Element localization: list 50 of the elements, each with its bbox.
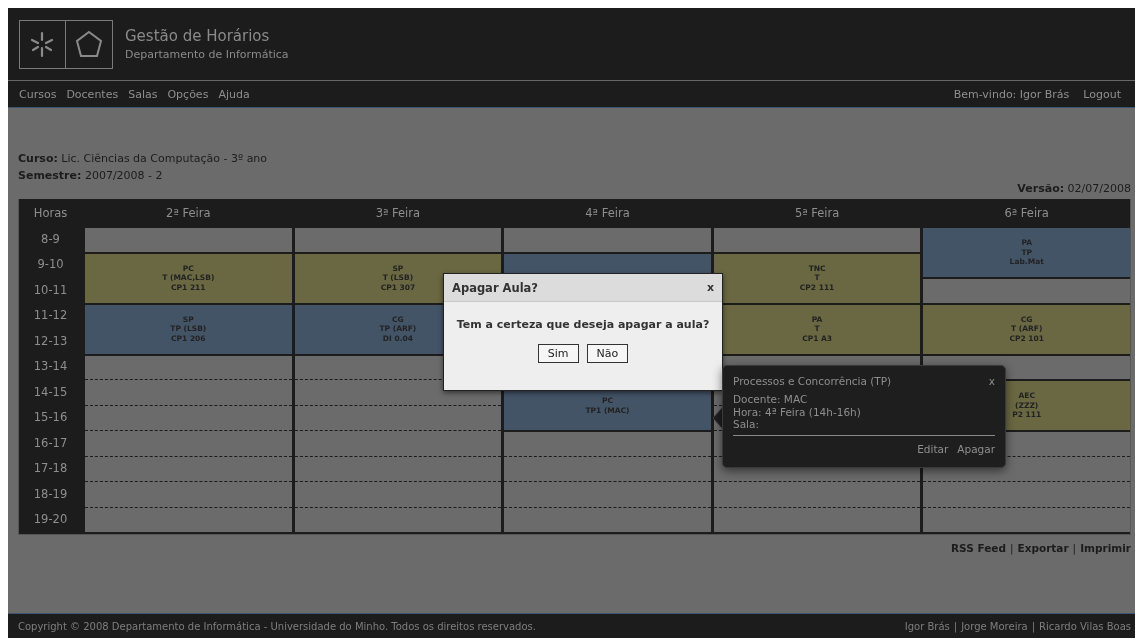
hour-label: 12-13 xyxy=(32,332,69,350)
action-link[interactable]: Imprimir xyxy=(1080,542,1131,554)
column-header: Horas xyxy=(32,204,69,222)
version-text: Versão: 02/07/2008 xyxy=(1017,182,1131,195)
author-link[interactable]: Ricardo Vilas Boas xyxy=(1039,620,1131,632)
hour-label: 14-15 xyxy=(32,383,69,401)
action-link[interactable]: RSS Feed xyxy=(951,542,1006,554)
nav-link[interactable]: Opções xyxy=(167,87,209,101)
semester-text: Semestre: 2007/2008 - 2 xyxy=(18,168,164,184)
action-link[interactable]: Apagar xyxy=(957,442,995,455)
separator: | xyxy=(1072,542,1077,554)
separator: | xyxy=(953,620,958,632)
detail-text: Sala: xyxy=(733,418,760,431)
hour-label: 11-12 xyxy=(32,307,69,325)
column-header: 5ª Feira xyxy=(793,204,841,222)
hour-label: 17-18 xyxy=(32,460,69,478)
nav-link[interactable]: Docentes xyxy=(66,87,119,101)
app-title: Gestão de Horários xyxy=(125,27,271,45)
column-header: 3ª Feira xyxy=(374,204,422,222)
hour-label: 19-20 xyxy=(32,511,69,529)
hour-label: 16-17 xyxy=(32,434,69,452)
column-header: 2ª Feira xyxy=(165,204,212,222)
action-link[interactable]: Editar xyxy=(917,442,949,455)
hour-label: 9-10 xyxy=(36,256,65,274)
copyright-text: Copyright © 2008 Departamento de Informática - Universidade do Minho. Todos os direitos reservados. xyxy=(17,620,536,632)
hour-label: 10-11 xyxy=(32,281,69,299)
column-header: 4ª Feira xyxy=(584,204,631,222)
author-link[interactable]: Jorge Moreira xyxy=(961,620,1028,632)
course-text: Curso: Lic. Ciências da Computação - 3º ano xyxy=(18,151,269,167)
welcome-text: Bem-vindo: Igor Brás xyxy=(953,87,1070,101)
detail-text: Docente: MAC xyxy=(733,393,809,406)
dialog-button[interactable]: Não xyxy=(586,344,629,363)
close-button[interactable]: x xyxy=(706,281,714,294)
detail-text: Hora: 4ª Feira (14h-16h) xyxy=(733,405,862,418)
nav-link[interactable]: Ajuda xyxy=(218,87,250,101)
logout-link[interactable]: Logout xyxy=(1083,87,1121,101)
nav-link[interactable]: Cursos xyxy=(19,87,57,101)
department-name: Departamento de Informática xyxy=(125,48,289,61)
separator: | xyxy=(1031,620,1036,632)
action-link[interactable]: Exportar xyxy=(1017,542,1069,554)
hour-label: 8-9 xyxy=(40,230,61,248)
hour-label: 15-16 xyxy=(32,409,69,427)
column-header: 6ª Feira xyxy=(1003,204,1050,222)
dialog-button[interactable]: Sim xyxy=(537,344,579,363)
hour-label: 18-19 xyxy=(32,485,69,503)
author-link[interactable]: Igor Brás xyxy=(904,620,950,632)
separator: | xyxy=(1009,542,1014,554)
nav-link[interactable]: Salas xyxy=(128,87,158,101)
popover-title: Processos e Concorrência (TP) xyxy=(733,375,892,387)
hour-label: 13-14 xyxy=(32,358,69,376)
